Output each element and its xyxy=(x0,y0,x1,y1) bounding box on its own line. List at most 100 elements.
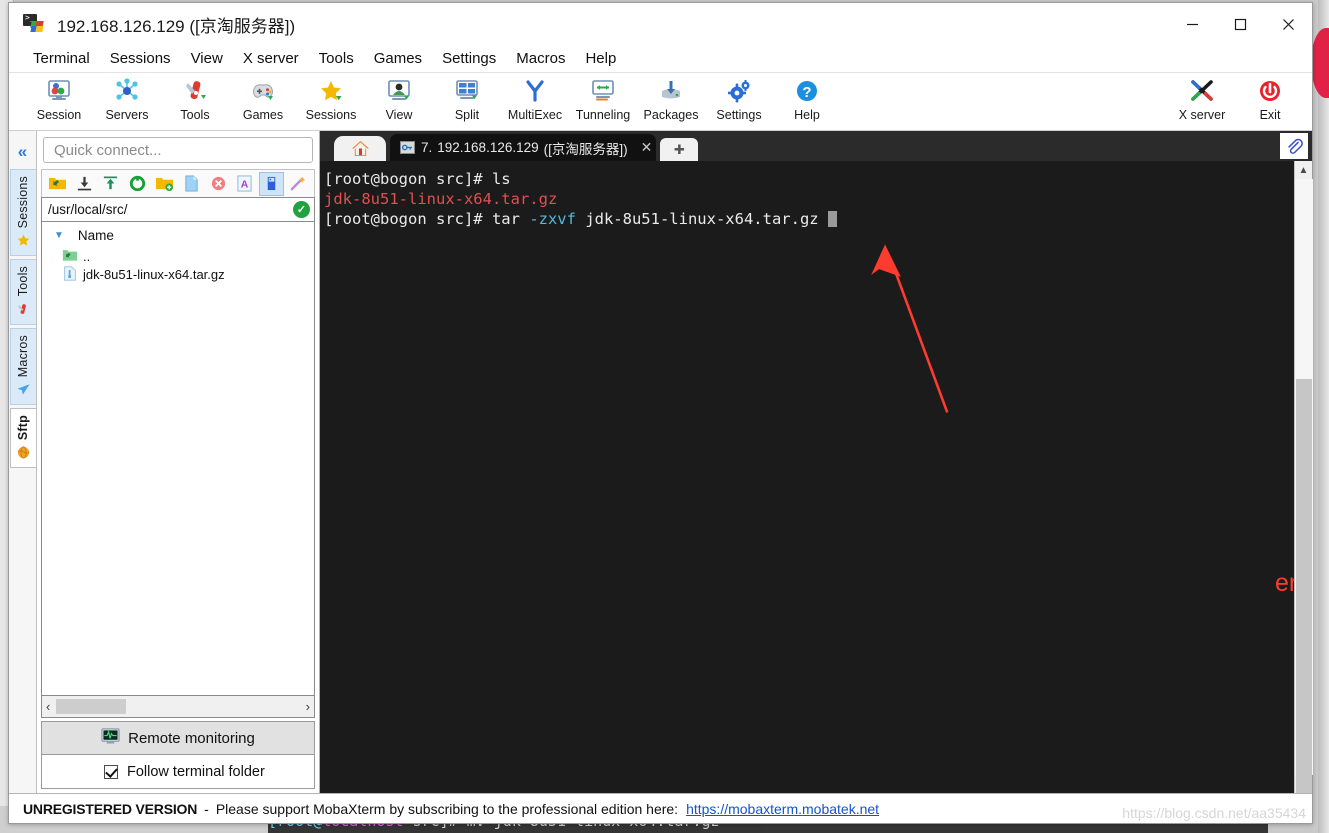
list-item[interactable]: .. xyxy=(42,247,314,265)
follow-terminal-folder-checkbox[interactable] xyxy=(104,765,118,779)
vscroll-track[interactable] xyxy=(1295,179,1313,775)
chevron-right-icon[interactable]: › xyxy=(306,699,310,714)
follow-terminal-folder-row[interactable]: Follow terminal folder xyxy=(41,755,315,789)
sftp-path-bar[interactable]: /usr/local/src/ ✓ xyxy=(41,197,315,222)
new-tab-button[interactable]: ✚ xyxy=(660,138,698,161)
new-folder-icon[interactable] xyxy=(152,172,177,196)
toolbar-view-button[interactable]: View xyxy=(365,73,433,127)
sort-caret-icon: ▼ xyxy=(54,230,64,241)
toolbar-tunneling-button[interactable]: Tunneling xyxy=(569,73,637,127)
terminal-area: 7. 192.168.126.129 ([京淘服务器]) ✕ ✚ [root@b… xyxy=(320,131,1312,793)
rail-label-macros: Macros xyxy=(16,335,30,377)
home-tab[interactable] xyxy=(334,136,386,161)
window-body: « Sessions Tools Macros xyxy=(9,131,1312,793)
new-file-icon[interactable] xyxy=(179,172,204,196)
mobaxterm-link[interactable]: https://mobaxterm.mobatek.net xyxy=(686,801,879,817)
terminal-vertical-scrollbar[interactable]: ▲ ▼ xyxy=(1294,161,1312,793)
follow-terminal-folder-label: Follow terminal folder xyxy=(127,764,265,780)
toolbar-tools-label: Tools xyxy=(180,108,209,122)
double-chevron-left-icon[interactable]: « xyxy=(10,135,36,169)
parent-folder-icon xyxy=(62,248,78,264)
sidebar-item-sessions[interactable]: Sessions xyxy=(10,169,36,256)
sidebar-item-macros[interactable]: Macros xyxy=(10,328,36,405)
toolbar-tools-button[interactable]: Tools xyxy=(161,73,229,127)
chevron-left-icon[interactable]: ‹ xyxy=(46,699,50,714)
background-red-shape xyxy=(1311,28,1329,98)
menu-settings[interactable]: Settings xyxy=(432,48,506,69)
status-bar: UNREGISTERED VERSION - Please support Mo… xyxy=(9,793,1312,823)
menu-terminal[interactable]: Terminal xyxy=(23,48,100,69)
paper-plane-icon xyxy=(16,382,31,399)
tab-session[interactable]: 7. 192.168.126.129 ([京淘服务器]) ✕ xyxy=(390,134,656,161)
menu-tools[interactable]: Tools xyxy=(309,48,364,69)
binary-mode-icon[interactable] xyxy=(259,172,284,196)
games-icon xyxy=(248,76,278,106)
toolbar-games-button[interactable]: Games xyxy=(229,73,297,127)
toolbar-sessions-button[interactable]: Sessions xyxy=(297,73,365,127)
download-icon[interactable] xyxy=(72,172,97,196)
toolbar-multiexec-label: MultiExec xyxy=(508,108,562,122)
toolbar-sessions-label: Sessions xyxy=(306,108,357,122)
terminal-text: -zxvf xyxy=(529,210,576,228)
toolbar-xserver-button[interactable]: X server xyxy=(1168,73,1236,127)
rail-label-sftp: Sftp xyxy=(16,415,30,440)
minimize-icon[interactable] xyxy=(1168,3,1216,45)
delete-icon[interactable] xyxy=(206,172,231,196)
annotation-label: enter xyxy=(1275,573,1294,593)
toolbar-multiexec-button[interactable]: MultiExec xyxy=(501,73,569,127)
star-icon xyxy=(16,233,31,250)
sidebar-item-sftp[interactable]: Sftp xyxy=(10,408,36,468)
chevron-up-icon[interactable]: ▲ xyxy=(1295,161,1313,179)
magic-wand-icon[interactable] xyxy=(286,172,311,196)
toolbar-games-label: Games xyxy=(243,108,283,122)
menu-help[interactable]: Help xyxy=(575,48,626,69)
toolbar-session-button[interactable]: Session xyxy=(25,73,93,127)
toolbar-help-button[interactable]: ? Help xyxy=(773,73,841,127)
background-right-strip xyxy=(1318,0,1329,833)
tab-session-host: 192.168.126.129 xyxy=(437,140,538,155)
maximize-icon[interactable] xyxy=(1216,3,1264,45)
xserver-icon xyxy=(1187,76,1217,106)
menu-sessions[interactable]: Sessions xyxy=(100,48,181,69)
quick-connect-input[interactable]: Quick connect... xyxy=(43,137,313,163)
sftp-path-text: /usr/local/src/ xyxy=(48,202,293,217)
list-item[interactable]: jdk-8u51-linux-x64.tar.gz xyxy=(42,265,314,283)
split-icon xyxy=(452,76,482,106)
close-icon[interactable] xyxy=(1264,3,1312,45)
terminal-text: jdk-8u51-linux-x64.tar.gz xyxy=(324,190,557,208)
watermark: https://blog.csdn.net/aa35434 xyxy=(1122,805,1306,821)
file-list-header[interactable]: ▼ Name xyxy=(42,226,314,247)
terminal-line: [root@bogon src]# ls xyxy=(324,169,1294,189)
toolbar-packages-button[interactable]: Packages xyxy=(637,73,705,127)
refresh-icon[interactable] xyxy=(125,172,150,196)
menu-x-server[interactable]: X server xyxy=(233,48,309,69)
vscroll-thumb[interactable] xyxy=(1296,379,1312,819)
toolbar-settings-button[interactable]: Settings xyxy=(705,73,773,127)
terminal-line: [root@bogon src]# tar -zxvf jdk-8u51-lin… xyxy=(324,209,1294,229)
upload-icon[interactable] xyxy=(99,172,124,196)
terminal-text: [root@bogon src]# ls xyxy=(324,170,511,188)
go-up-folder-icon[interactable] xyxy=(45,172,70,196)
text-mode-icon[interactable]: A xyxy=(233,172,258,196)
menu-macros[interactable]: Macros xyxy=(506,48,575,69)
sidebar-item-tools[interactable]: Tools xyxy=(10,259,36,324)
file-list-horizontal-scrollbar[interactable]: ‹ › xyxy=(41,696,315,718)
menu-view[interactable]: View xyxy=(181,48,233,69)
sftp-file-list[interactable]: ▼ Name .. jdk-8u51-linux-x64.tar.gz xyxy=(41,222,315,696)
toolbar-servers-button[interactable]: Servers xyxy=(93,73,161,127)
toolbar-session-label: Session xyxy=(37,108,81,122)
multiexec-icon xyxy=(520,76,550,106)
monitor-graph-icon xyxy=(101,728,120,749)
remote-monitoring-label: Remote monitoring xyxy=(128,730,255,747)
title-bar: 192.168.126.129 ([京淘服务器]) xyxy=(9,3,1312,45)
remote-monitoring-button[interactable]: Remote monitoring xyxy=(41,721,315,755)
tab-close-icon[interactable]: ✕ xyxy=(641,139,653,156)
toolbar-exit-button[interactable]: Exit xyxy=(1236,73,1304,127)
hscroll-thumb[interactable] xyxy=(56,699,126,714)
paperclip-icon[interactable] xyxy=(1280,133,1308,159)
menu-games[interactable]: Games xyxy=(364,48,432,69)
toolbar-split-button[interactable]: Split xyxy=(433,73,501,127)
swiss-knife-icon xyxy=(16,302,31,319)
svg-text:A: A xyxy=(241,179,249,190)
terminal-output[interactable]: [root@bogon src]# ls jdk-8u51-linux-x64.… xyxy=(320,161,1294,793)
